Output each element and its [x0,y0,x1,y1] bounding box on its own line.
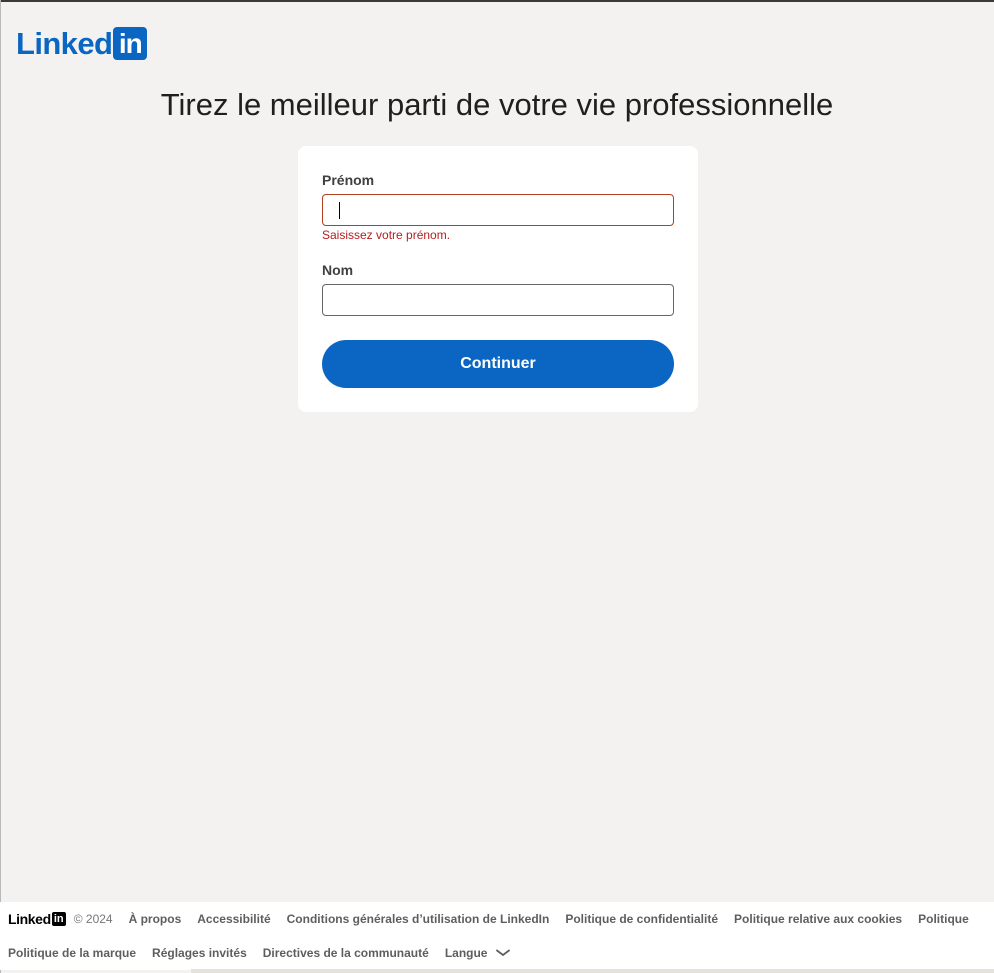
logo-text: Linked [16,26,113,61]
footer-link-terms[interactable]: Conditions générales d’utilisation de Li… [287,912,550,926]
last-name-label: Nom [322,262,354,278]
footer-logo-text: Linked [8,911,51,927]
bottom-strip [191,969,994,973]
text-caret [339,202,340,219]
window-top-border [0,0,994,2]
footer-link-cookies[interactable]: Politique relative aux cookies [734,912,902,926]
footer-link-community-guidelines[interactable]: Directives de la communauté [263,946,429,960]
footer: Linked in © 2024 À propos Accessibilité … [0,902,994,970]
footer-row-2: Politique de la marque Réglages invités … [8,944,526,962]
logo-in-box: in [113,27,148,60]
footer-link-guest-settings[interactable]: Réglages invités [152,946,247,960]
window-left-border [0,0,1,973]
first-name-label: Prénom [322,172,375,188]
linkedin-logo[interactable]: Linked in [16,26,148,61]
footer-link-about[interactable]: À propos [129,912,182,926]
chevron-down-icon [495,949,510,957]
footer-link-policy[interactable]: Politique [918,912,969,926]
footer-link-brand-policy[interactable]: Politique de la marque [8,946,136,960]
continue-button[interactable]: Continuer [322,340,674,388]
footer-link-privacy[interactable]: Politique de confidentialité [565,912,718,926]
page-headline: Tirez le meilleur parti de votre vie pro… [160,87,834,122]
footer-logo-in-box: in [51,912,66,926]
language-label: Langue [444,946,488,960]
first-name-input[interactable] [322,194,674,226]
footer-link-accessibility[interactable]: Accessibilité [197,912,270,926]
last-name-input[interactable] [322,284,674,316]
footer-row-1: Linked in © 2024 À propos Accessibilité … [8,910,985,928]
footer-copyright: © 2024 [73,912,113,926]
signup-card: Prénom Saisissez votre prénom. Nom Conti… [298,146,698,412]
first-name-error: Saisissez votre prénom. [322,228,451,242]
footer-linkedin-logo[interactable]: Linked in [8,911,66,927]
footer-language-selector[interactable]: Langue [445,946,510,960]
